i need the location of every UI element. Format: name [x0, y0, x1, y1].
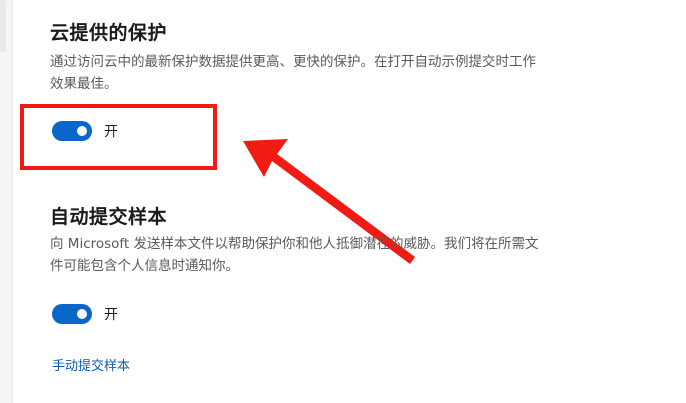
nav-selection-indicator: [0, 0, 6, 52]
annotation-highlight-box: [20, 104, 217, 170]
sample-submission-toggle[interactable]: [52, 304, 92, 324]
sample-submission-toggle-label: 开: [104, 307, 118, 323]
cloud-protection-description: 通过访问云中的最新保护数据提供更高、更快的保护。在打开自动示例提交时工作效果最佳…: [50, 54, 536, 92]
left-nav-rail: [0, 0, 13, 403]
sample-submission-description: 向 Microsoft 发送样本文件以帮助保护你和他人抵御潜在的威胁。我们将在所…: [50, 236, 539, 274]
sample-submission-toggle-row: 开: [52, 303, 118, 325]
cloud-protection-title: 云提供的保护: [50, 22, 168, 44]
sample-submission-title: 自动提交样本: [50, 206, 168, 228]
settings-page: 云提供的保护 通过访问云中的最新保护数据提供更高、更快的保护。在打开自动示例提交…: [0, 0, 686, 403]
toggle-knob: [77, 309, 87, 319]
manual-submit-sample-link[interactable]: 手动提交样本: [52, 355, 130, 374]
